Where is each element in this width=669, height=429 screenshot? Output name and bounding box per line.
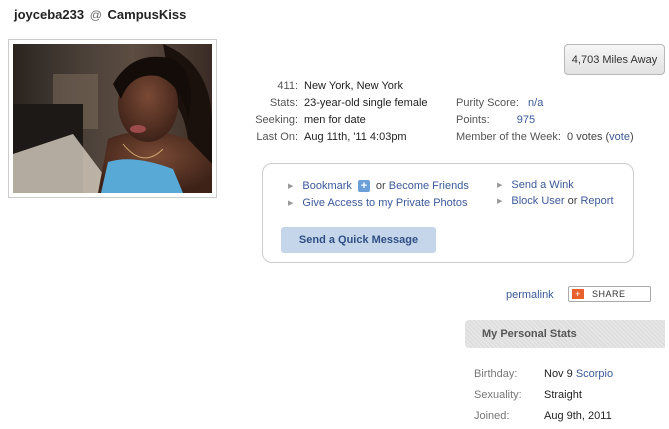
joined-value: Aug 9th, 2011 [544,410,612,422]
report-link[interactable]: Report [580,195,613,207]
purity-value[interactable]: n/a [528,97,543,109]
seeking-value: men for date [304,114,366,126]
sexuality-value: Straight [544,389,582,401]
share-label: SHARE [592,289,626,299]
give-access-link[interactable]: Give Access to my Private Photos [302,197,467,209]
profile-photo-image [13,44,212,193]
share-icon: + [572,289,584,299]
motw-label: Member of the Week: [456,131,561,143]
username: joyceba233 [14,7,85,22]
or-text: or [375,180,386,192]
birthday-value: Nov 9 [544,368,573,380]
wink-action: ▶ Send a Wink [497,179,574,191]
personal-stats-list: Birthday: Nov 9 Scorpio Sexuality: Straigh… [474,364,613,427]
sexuality-label: Sexuality: [474,389,522,401]
send-quick-message-button[interactable]: Send a Quick Message [281,227,436,253]
arrow-right-icon: ▶ [288,200,294,207]
arrow-right-icon: ▶ [497,182,503,189]
distance-badge: 4,703 Miles Away [564,44,665,75]
points-row: Points: 975 [456,112,634,129]
vote-link[interactable]: vote [609,131,630,143]
vote-paren-close: ) [629,131,634,143]
motw-votes: 0 votes [567,131,603,143]
profile-info: 411: New York, New York Stats: 23-year-old… [250,78,428,146]
personal-stats-header: My Personal Stats [465,320,665,348]
profile-scores: Purity Score: n/a Points: 975 Member of … [456,95,634,146]
share-button[interactable]: + SHARE [568,286,651,302]
info-row-stats: Stats: 23-year-old single female [250,95,428,112]
sexuality-row: Sexuality: Straight [474,385,613,406]
birthday-row: Birthday: Nov 9 Scorpio [474,364,613,385]
add-icon[interactable]: + [357,180,370,192]
birthday-label: Birthday: [474,368,518,380]
or-text: or [567,195,578,207]
block-user-link[interactable]: Block User [511,195,564,207]
bookmark-link[interactable]: Bookmark [302,180,352,192]
info-row-last-on: Last On: Aug 11th, '11 4:03pm [250,129,428,146]
last-on-value: Aug 11th, '11 4:03pm [304,131,407,143]
location-value: New York, New York [304,80,404,92]
seeking-label: Seeking: [255,114,298,126]
last-on-label: Last On: [256,131,298,143]
at-sign: @ [89,8,102,22]
action-panel: ▶ Bookmark + or Become Friends ▶ Give Ac… [262,163,634,263]
bookmark-action: ▶ Bookmark + or Become Friends [288,180,469,192]
points-label: Points: [456,114,490,126]
info-row-411: 411: New York, New York [250,78,428,95]
site-name: CampusKiss [107,7,187,22]
joined-row: Joined: Aug 9th, 2011 [474,406,613,427]
location-label: 411: [277,80,298,92]
send-wink-link[interactable]: Send a Wink [511,179,573,191]
become-friends-link[interactable]: Become Friends [389,180,469,192]
block-action: ▶ Block User or Report [497,195,614,207]
joined-label: Joined: [474,410,510,422]
info-row-seeking: Seeking: men for date [250,112,428,129]
purity-row: Purity Score: n/a [456,95,634,112]
stats-label: Stats: [269,97,298,109]
profile-photo[interactable] [8,39,217,198]
stats-value: 23-year-old single female [304,97,428,109]
arrow-right-icon: ▶ [288,183,294,190]
purity-label: Purity Score: [456,97,519,109]
motw-row: Member of the Week: 0 votes (vote) [456,129,634,146]
points-value[interactable]: 975 [517,114,535,126]
permalink-link[interactable]: permalink [506,289,554,301]
zodiac-link[interactable]: Scorpio [576,368,613,380]
arrow-right-icon: ▶ [497,198,503,205]
give-access-action: ▶ Give Access to my Private Photos [288,197,467,209]
profile-title: joyceba233 @ CampusKiss [14,7,186,22]
